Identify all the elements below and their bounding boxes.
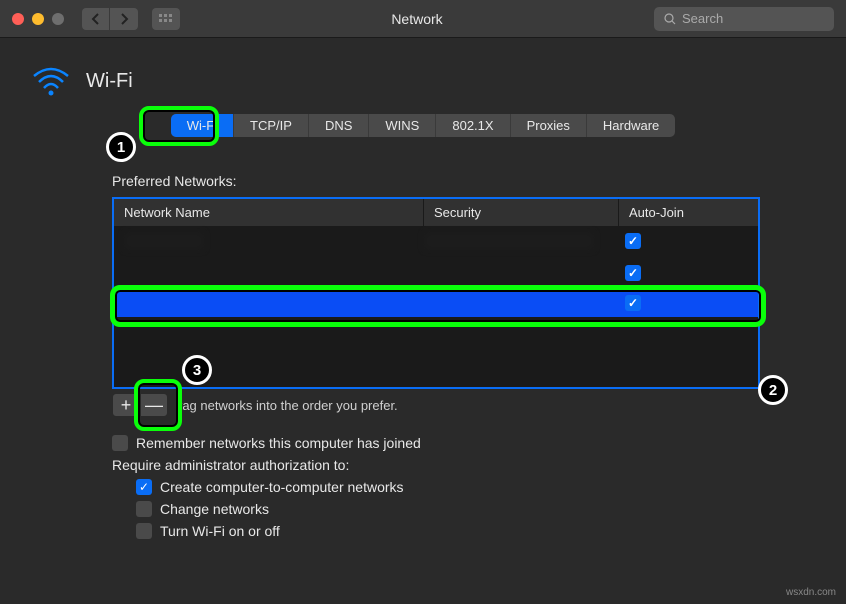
auth-change-networks-option[interactable]: Change networks <box>136 501 760 517</box>
close-window-button[interactable] <box>12 13 24 25</box>
titlebar: Network Search <box>0 0 846 38</box>
search-field[interactable]: Search <box>654 7 834 31</box>
forward-button[interactable] <box>110 8 138 30</box>
remember-networks-option[interactable]: Remember networks this computer has join… <box>112 435 760 451</box>
table-row[interactable]: ✓ <box>114 259 758 287</box>
security-redacted <box>424 232 594 250</box>
tab-wins[interactable]: WINS <box>369 114 436 137</box>
preferred-networks-table: Network Name Security Auto-Join ✓ ✓ ✓ <box>112 197 760 389</box>
table-row-selected[interactable]: ✓ <box>114 289 758 317</box>
page-header: Wi-Fi <box>0 38 846 114</box>
tab-proxies[interactable]: Proxies <box>511 114 587 137</box>
callout-1-number: 1 <box>106 132 136 162</box>
auth-create-networks-option[interactable]: ✓ Create computer-to-computer networks <box>136 479 760 495</box>
options: Remember networks this computer has join… <box>112 435 760 539</box>
auth-create-checkbox[interactable]: ✓ <box>136 479 152 495</box>
watermark: wsxdn.com <box>786 587 836 598</box>
nav-buttons <box>82 8 138 30</box>
traffic-lights <box>12 13 64 25</box>
auth-wifi-checkbox[interactable] <box>136 523 152 539</box>
add-network-button[interactable]: + <box>112 393 140 417</box>
wifi-icon <box>32 66 70 96</box>
preferred-networks-label: Preferred Networks: <box>112 173 760 189</box>
window-title: Network <box>188 11 646 27</box>
table-toolbar: + — rag networks into the order you pref… <box>112 393 760 417</box>
auto-join-checkbox[interactable]: ✓ <box>625 265 641 281</box>
tab-hardware[interactable]: Hardware <box>587 114 675 137</box>
column-auto-join[interactable]: Auto-Join <box>619 199 758 226</box>
drag-hint: rag networks into the order you prefer. <box>178 398 398 413</box>
auth-wifi-toggle-option[interactable]: Turn Wi-Fi on or off <box>136 523 760 539</box>
tab-8021x[interactable]: 802.1X <box>436 114 510 137</box>
table-header: Network Name Security Auto-Join <box>114 199 758 227</box>
auto-join-checkbox[interactable]: ✓ <box>625 233 641 249</box>
column-security[interactable]: Security <box>424 199 619 226</box>
auth-label: Require administrator authorization to: <box>112 457 760 473</box>
column-network-name[interactable]: Network Name <box>114 199 424 226</box>
tabs-container: Wi-Fi TCP/IP DNS WINS 802.1X Proxies Har… <box>0 114 846 137</box>
search-placeholder: Search <box>682 11 723 26</box>
auth-change-label: Change networks <box>160 501 269 517</box>
remove-network-button[interactable]: — <box>140 393 168 417</box>
minimize-window-button[interactable] <box>32 13 44 25</box>
tabs: Wi-Fi TCP/IP DNS WINS 802.1X Proxies Har… <box>171 114 676 137</box>
back-button[interactable] <box>82 8 110 30</box>
tab-dns[interactable]: DNS <box>309 114 369 137</box>
table-row[interactable]: ✓ <box>114 227 758 255</box>
grid-view-button[interactable] <box>152 8 180 30</box>
remember-checkbox[interactable] <box>112 435 128 451</box>
content: Preferred Networks: Network Name Securit… <box>0 137 846 539</box>
auth-create-label: Create computer-to-computer networks <box>160 479 404 495</box>
auto-join-checkbox[interactable]: ✓ <box>625 295 641 311</box>
tab-wifi[interactable]: Wi-Fi <box>171 114 234 137</box>
auth-wifi-label: Turn Wi-Fi on or off <box>160 523 280 539</box>
callout-2-number: 2 <box>758 375 788 405</box>
callout-3-number: 3 <box>182 355 212 385</box>
search-icon <box>664 13 676 25</box>
remember-label: Remember networks this computer has join… <box>136 435 421 451</box>
network-name-redacted <box>124 232 204 250</box>
auth-change-checkbox[interactable] <box>136 501 152 517</box>
tab-tcpip[interactable]: TCP/IP <box>234 114 309 137</box>
page-title: Wi-Fi <box>86 70 133 93</box>
maximize-window-button[interactable] <box>52 13 64 25</box>
